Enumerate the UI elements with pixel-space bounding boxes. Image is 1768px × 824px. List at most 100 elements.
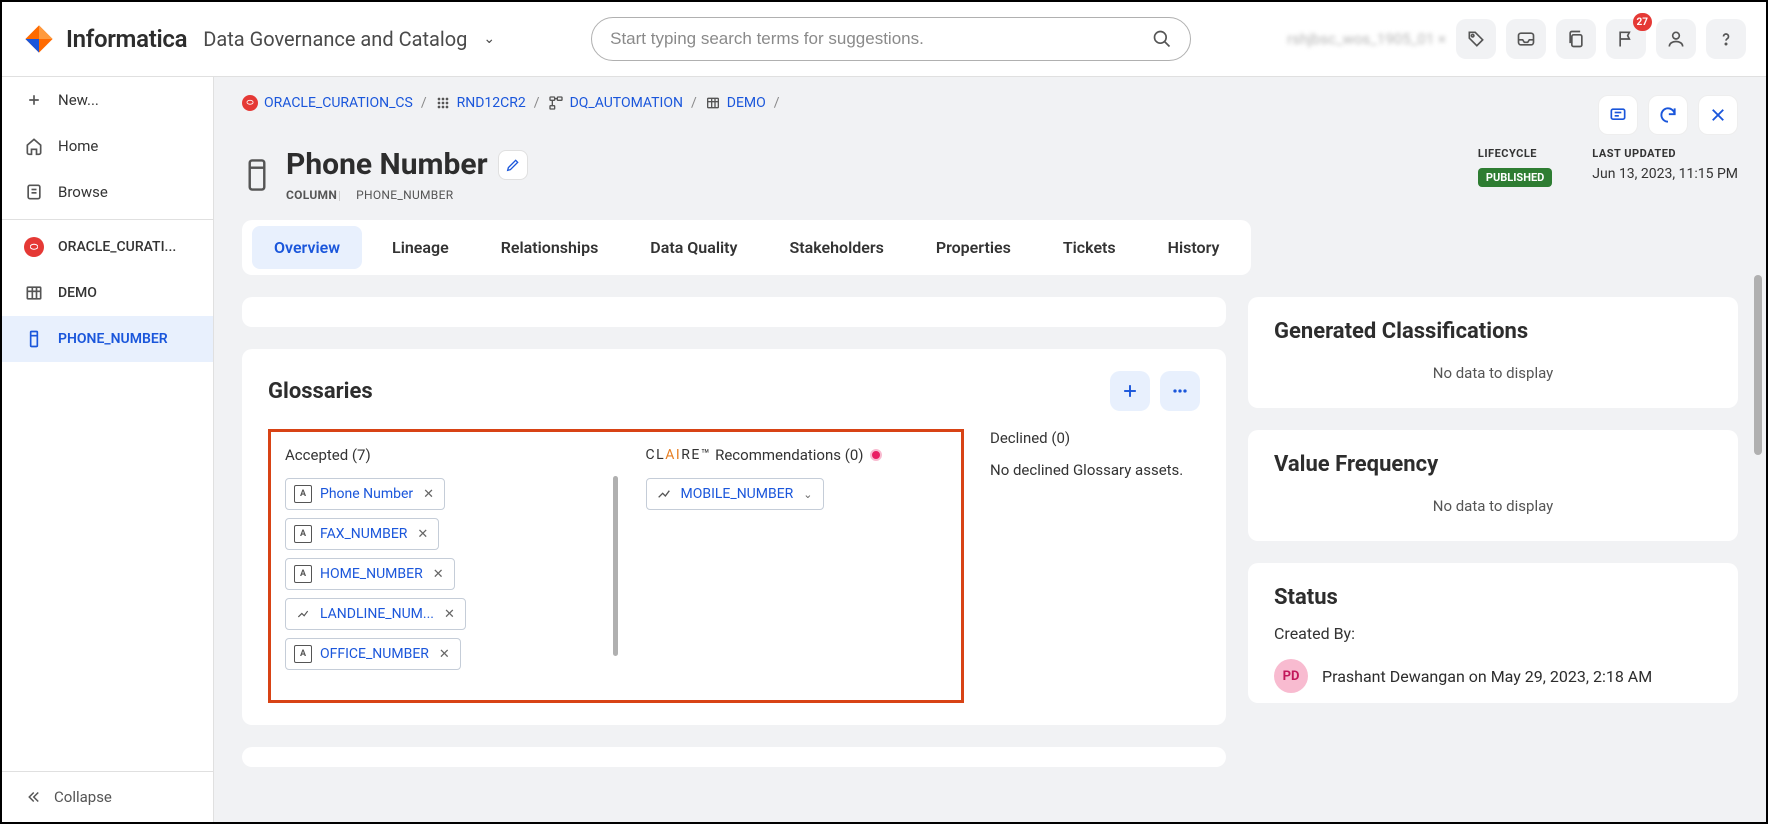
help-icon-button[interactable]	[1706, 19, 1746, 59]
refresh-button[interactable]	[1648, 95, 1688, 135]
lifecycle-badge: PUBLISHED	[1478, 168, 1552, 187]
accepted-column: Accepted (7) A Phone Number ✕ A FAX_NUMB…	[285, 446, 585, 678]
app-header: Informatica Data Governance and Catalog …	[2, 2, 1766, 77]
card-placeholder-2	[242, 747, 1226, 767]
collapse-label: Collapse	[54, 788, 112, 806]
notifications-button[interactable]: 27	[1606, 19, 1646, 59]
tab-history[interactable]: History	[1146, 226, 1242, 269]
remove-chip-icon[interactable]: ✕	[442, 607, 457, 622]
glossaries-title: Glossaries	[268, 379, 373, 404]
main-content: ⬭ORACLE_CURATION_CS / RND12CR2 / DQ_AUTO…	[214, 77, 1766, 822]
collapse-icon	[24, 788, 42, 806]
glossary-chip-icon: A	[294, 485, 312, 503]
sidebar: New... Home Browse ⬭ ORACLE_CURATI... DE…	[2, 77, 214, 822]
accepted-chip: A HOME_NUMBER ✕	[285, 558, 455, 590]
metric-chip-icon	[294, 605, 312, 623]
column-icon	[24, 329, 44, 349]
tab-overview[interactable]: Overview	[252, 226, 362, 269]
tab-properties[interactable]: Properties	[914, 226, 1033, 269]
lifecycle-meta: LIFECYCLE PUBLISHED	[1478, 147, 1552, 187]
brand-text: Informatica	[66, 25, 187, 53]
global-search[interactable]	[591, 17, 1191, 61]
add-glossary-button[interactable]	[1110, 371, 1150, 411]
header-right: rshjbsc_wos_1905_01 × 27	[1287, 19, 1746, 59]
search-icon[interactable]	[1152, 29, 1172, 49]
metric-chip-icon	[655, 485, 673, 503]
tab-lineage[interactable]: Lineage	[370, 226, 471, 269]
collapse-sidebar-button[interactable]: Collapse	[2, 771, 213, 822]
accepted-chip: LANDLINE_NUM... ✕	[285, 598, 466, 630]
more-icon	[1170, 381, 1190, 401]
schema-icon	[548, 95, 564, 111]
glossaries-card: Glossaries	[242, 349, 1226, 725]
value-frequency-card: Value Frequency No data to display	[1248, 430, 1738, 541]
home-nav[interactable]: Home	[2, 123, 213, 169]
remove-chip-icon[interactable]: ✕	[431, 567, 446, 582]
search-input[interactable]	[610, 29, 1152, 49]
user-label-blurred: rshjbsc_wos_1905_01 ×	[1287, 30, 1446, 48]
highlighted-glossaries-region: Accepted (7) A Phone Number ✕ A FAX_NUMB…	[268, 429, 964, 703]
demo-label: DEMO	[58, 285, 97, 301]
oracle-icon: ⬭	[24, 237, 44, 257]
creator-row: PD Prashant Dewangan on May 29, 2023, 2:…	[1274, 659, 1712, 693]
user-icon	[1666, 29, 1686, 49]
breadcrumb-item-3[interactable]: DQ_AUTOMATION	[548, 95, 683, 111]
tab-stakeholders[interactable]: Stakeholders	[767, 226, 905, 269]
accepted-chip: A FAX_NUMBER ✕	[285, 518, 439, 550]
edit-title-button[interactable]	[498, 150, 528, 180]
refresh-icon	[1658, 105, 1678, 125]
glossary-more-button[interactable]	[1160, 371, 1200, 411]
flag-icon	[1616, 29, 1636, 49]
new-label: New...	[58, 91, 99, 109]
status-card: Status Created By: PD Prashant Dewangan …	[1248, 563, 1738, 703]
browse-icon	[24, 182, 44, 202]
browse-nav[interactable]: Browse	[2, 169, 213, 215]
user-icon-button[interactable]	[1656, 19, 1696, 59]
product-switch-caret-icon[interactable]: ⌄	[483, 31, 495, 47]
table-icon	[24, 283, 44, 303]
home-icon	[24, 136, 44, 156]
copy-icon-button[interactable]	[1556, 19, 1596, 59]
pencil-icon	[505, 157, 521, 173]
classifications-card: Generated Classifications No data to dis…	[1248, 297, 1738, 408]
nav-separator	[2, 219, 213, 220]
tag-icon-button[interactable]	[1456, 19, 1496, 59]
tab-dataquality[interactable]: Data Quality	[628, 226, 759, 269]
help-icon	[1716, 29, 1736, 49]
remove-chip-icon[interactable]: ✕	[415, 527, 430, 542]
comments-button[interactable]	[1598, 95, 1638, 135]
remove-chip-icon[interactable]: ✕	[421, 487, 436, 502]
plus-icon	[1120, 381, 1140, 401]
recommendations-column: CLAIRE™ Recommendations (0) MOBILE_	[646, 446, 946, 678]
chip-expand-icon[interactable]: ⌄	[801, 488, 814, 501]
close-button[interactable]	[1698, 95, 1738, 135]
declined-column: Declined (0) No declined Glossary assets…	[990, 429, 1200, 703]
browse-label: Browse	[58, 183, 108, 201]
sidebar-item-phone-number[interactable]: PHONE_NUMBER	[2, 316, 213, 362]
remove-chip-icon[interactable]: ✕	[437, 647, 452, 662]
inbox-icon-button[interactable]	[1506, 19, 1546, 59]
phone-number-label: PHONE_NUMBER	[58, 331, 168, 347]
sidebar-item-demo[interactable]: DEMO	[2, 270, 213, 316]
page-title: Phone Number	[286, 147, 488, 182]
oracle-icon: ⬭	[242, 95, 258, 111]
column-icon	[242, 158, 272, 192]
copy-icon	[1566, 29, 1586, 49]
notification-badge: 27	[1633, 13, 1652, 31]
product-name[interactable]: Data Governance and Catalog	[203, 27, 467, 51]
sidebar-item-oracle[interactable]: ⬭ ORACLE_CURATI...	[2, 224, 213, 270]
breadcrumb-item-2[interactable]: RND12CR2	[435, 95, 526, 111]
glossary-chip-icon: A	[294, 565, 312, 583]
plus-circle-icon	[24, 90, 44, 110]
creator-text: Prashant Dewangan on May 29, 2023, 2:18 …	[1322, 667, 1652, 686]
last-updated-meta: LAST UPDATED Jun 13, 2023, 11:15 PM	[1592, 147, 1738, 187]
breadcrumb-item-4[interactable]: DEMO	[705, 95, 766, 111]
tab-relationships[interactable]: Relationships	[479, 226, 621, 269]
tab-tickets[interactable]: Tickets	[1041, 226, 1138, 269]
creator-avatar: PD	[1274, 659, 1308, 693]
tag-icon	[1466, 29, 1486, 49]
new-button[interactable]: New...	[2, 77, 213, 123]
breadcrumb-item-1[interactable]: ⬭ORACLE_CURATION_CS	[242, 95, 413, 111]
scrollbar[interactable]	[1754, 275, 1762, 455]
glossary-chip-icon: A	[294, 525, 312, 543]
